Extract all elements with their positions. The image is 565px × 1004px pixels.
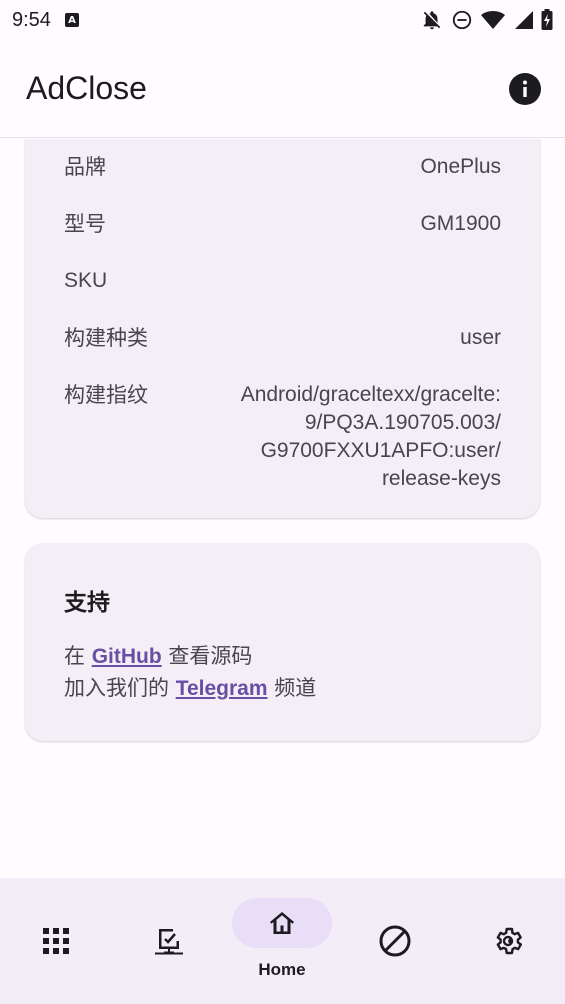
support-text: 查看源码 [161, 644, 253, 668]
app-title: AdClose [26, 70, 147, 106]
support-text: 加入我们的 [64, 676, 176, 700]
nav-item-settings[interactable] [458, 898, 558, 988]
block-icon [379, 925, 411, 957]
a-notification-icon: A [64, 13, 79, 27]
info-value: Android/graceltexx/gracelte: 9/PQ3A.1907… [191, 381, 501, 493]
dnd-icon [452, 10, 472, 30]
support-text: 频道 [267, 676, 317, 700]
info-button[interactable] [509, 72, 541, 105]
info-value: GM1900 [420, 212, 501, 235]
info-icon [523, 80, 527, 97]
support-title: 支持 [64, 590, 110, 616]
fingerprint-line: G9700FXXU1APFO:user/ [260, 439, 501, 462]
info-key: 型号 [64, 212, 106, 236]
nav-item-home[interactable]: Home [232, 898, 332, 988]
nav-item-apps[interactable] [6, 898, 106, 988]
info-row-build-type: 构建种类 user [64, 324, 501, 352]
device-info-card: 品牌 OnePlus 型号 GM1900 SKU 构建种类 user 构建指纹 … [25, 139, 540, 518]
nav-icon-container [345, 916, 445, 966]
nav-icon-container [458, 916, 558, 966]
status-time: 9:54 [12, 8, 51, 31]
screen: 9:54 A AdClose 品牌 OnePlus 型号 GM1900 SKU … [0, 0, 565, 1004]
signal-icon [515, 11, 533, 29]
app-bar: AdClose [0, 40, 565, 138]
telegram-link[interactable]: Telegram [176, 677, 268, 700]
support-card: 支持 在 GitHub 查看源码 加入我们的 Telegram 频道 [25, 543, 540, 741]
apps-grid-icon [43, 928, 69, 954]
info-key: SKU [64, 269, 108, 292]
info-row-model: 型号 GM1900 [64, 210, 501, 238]
info-row-sku: SKU [64, 267, 501, 295]
support-text: 在 [64, 644, 92, 668]
nav-item-block[interactable] [345, 898, 445, 988]
install-desktop-icon [155, 929, 183, 955]
support-github-line: 在 GitHub 查看源码 [64, 641, 252, 672]
info-key: 品牌 [64, 155, 106, 179]
info-key: 构建指纹 [64, 383, 148, 407]
info-value: OnePlus [420, 155, 501, 178]
nav-label-home: Home [258, 960, 306, 979]
main-content[interactable]: 品牌 OnePlus 型号 GM1900 SKU 构建种类 user 构建指纹 … [0, 139, 565, 878]
nav-icon-container [119, 916, 219, 966]
nav-active-indicator [232, 898, 332, 948]
status-bar: 9:54 A [0, 0, 565, 40]
info-row-brand: 品牌 OnePlus [64, 153, 501, 181]
nav-item-install[interactable] [119, 898, 219, 988]
bottom-navigation: Home [0, 878, 565, 1004]
home-icon [270, 912, 294, 934]
info-key: 构建种类 [64, 326, 148, 350]
info-row-build-fingerprint: 构建指纹 Android/graceltexx/gracelte: 9/PQ3A… [64, 381, 501, 493]
info-value: user [460, 326, 501, 349]
wifi-icon [481, 11, 505, 29]
fingerprint-line: Android/graceltexx/gracelte: [240, 383, 501, 406]
support-telegram-line: 加入我们的 Telegram 频道 [64, 673, 316, 704]
battery-icon [541, 9, 553, 30]
fingerprint-line: release-keys [381, 467, 501, 490]
settings-gear-icon [496, 927, 522, 955]
status-icons [421, 9, 553, 31]
notifications-off-icon [423, 11, 441, 30]
nav-icon-container [6, 916, 106, 966]
github-link[interactable]: GitHub [92, 645, 162, 668]
fingerprint-line: 9/PQ3A.190705.003/ [304, 411, 501, 434]
